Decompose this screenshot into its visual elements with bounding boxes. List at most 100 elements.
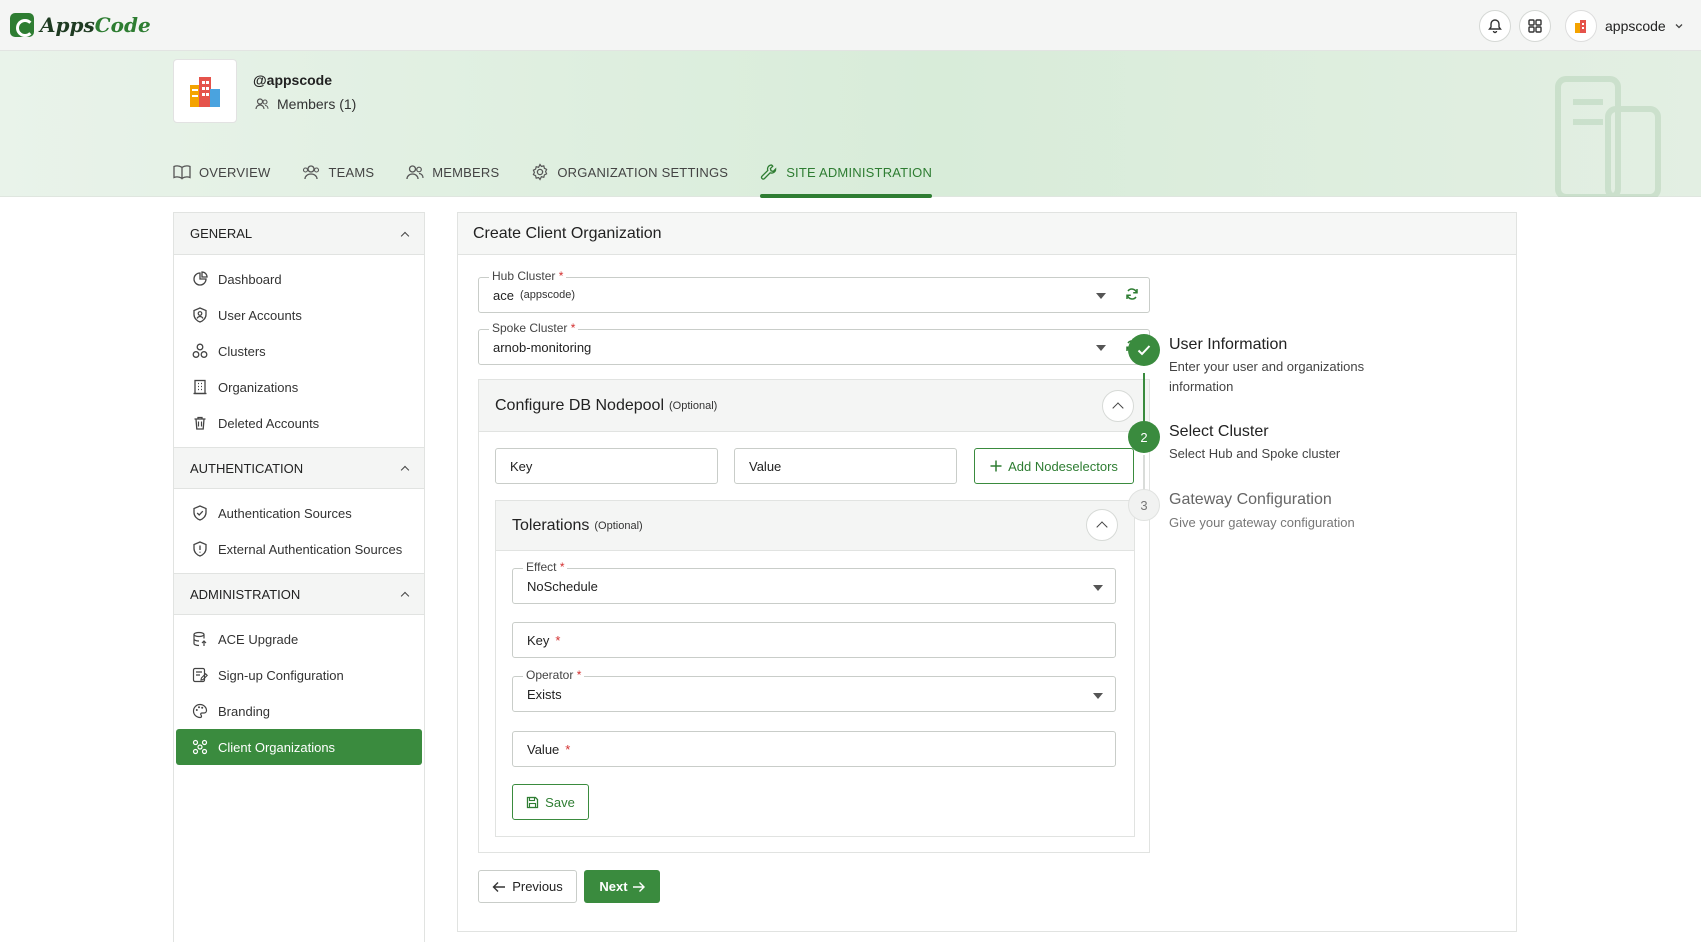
tolerations-header[interactable]: Tolerations (Optional) xyxy=(496,501,1134,551)
org-members-link[interactable]: Members (1) xyxy=(255,96,356,112)
chevron-up-icon xyxy=(400,231,410,240)
shield-alert-icon xyxy=(193,541,207,557)
appscode-logo[interactable]: AppsCode xyxy=(10,13,151,37)
effect-select[interactable]: Effect * NoSchedule xyxy=(512,560,1116,604)
sidebar-item-label: Organizations xyxy=(218,379,299,395)
sidebar-item-label: Authentication Sources xyxy=(218,505,352,521)
building-icon xyxy=(193,379,207,395)
avatar xyxy=(1565,10,1597,42)
save-toleration-button[interactable]: Save xyxy=(512,784,589,820)
db-nodepool-header[interactable]: Configure DB Nodepool (Optional) xyxy=(479,380,1149,432)
sidebar-section-general[interactable]: GENERAL xyxy=(174,213,424,255)
sidebar-item-label: Client Organizations xyxy=(218,739,336,755)
section-title: AUTHENTICATION xyxy=(190,460,304,476)
tab-members[interactable]: MEMBERS xyxy=(406,147,499,197)
sidebar-item-organizations[interactable]: Organizations xyxy=(176,369,422,405)
nodeselector-key-input[interactable]: Key xyxy=(495,448,718,484)
user-menu[interactable]: appscode xyxy=(1565,10,1684,42)
pie-chart-icon xyxy=(193,271,208,286)
tab-label: OVERVIEW xyxy=(199,164,271,180)
book-icon xyxy=(173,165,191,180)
sidebar-item-user-accounts[interactable]: User Accounts xyxy=(176,297,422,333)
nodeselector-value-input[interactable]: Value xyxy=(734,448,957,484)
apps-grid-button[interactable] xyxy=(1519,10,1551,42)
sidebar-item-dashboard[interactable]: Dashboard xyxy=(176,261,422,297)
general-items: Dashboard User Accounts Clusters Organiz… xyxy=(174,255,424,447)
bell-icon xyxy=(1488,19,1502,34)
top-bar: AppsCode appscode xyxy=(0,0,1701,51)
required-mark: * xyxy=(576,668,582,682)
create-client-org-card: Create Client Organization Hub Cluster *… xyxy=(457,212,1517,932)
hub-cluster-value: ace xyxy=(493,287,514,303)
org-handle: @appscode xyxy=(253,72,333,88)
step-desc: Give your gateway configuration xyxy=(1169,515,1355,530)
key-label: Key xyxy=(527,632,550,648)
spoke-cluster-select[interactable]: Spoke Cluster * arnob-monitoring xyxy=(478,321,1150,365)
nodepool-title: Configure DB Nodepool xyxy=(495,396,664,414)
sidebar-item-client-organizations[interactable]: Client Organizations xyxy=(176,729,422,765)
tolerations-optional: (Optional) xyxy=(594,519,643,532)
step-desc: Enter your user and organizations inform… xyxy=(1169,359,1365,394)
operator-select[interactable]: Operator * Exists xyxy=(512,668,1116,712)
org-logo xyxy=(173,59,237,123)
chevron-up-icon xyxy=(1096,521,1108,533)
next-button[interactable]: Next xyxy=(584,870,660,903)
hub-cluster-sub: (appscode) xyxy=(519,289,576,301)
value-placeholder: Value xyxy=(749,458,782,474)
tab-organization-settings[interactable]: ORGANIZATION SETTINGS xyxy=(531,147,728,197)
caret-down-icon xyxy=(1093,693,1103,699)
step-title: Select Cluster xyxy=(1169,423,1269,440)
sidebar-section-administration[interactable]: ADMINISTRATION xyxy=(174,573,424,615)
palette-icon xyxy=(192,703,208,719)
step-desc: Select Hub and Spoke cluster xyxy=(1169,446,1341,461)
sidebar-item-branding[interactable]: Branding xyxy=(176,693,422,729)
building-icon xyxy=(1575,20,1586,33)
tab-teams[interactable]: TEAMS xyxy=(302,147,374,197)
check-icon xyxy=(1137,345,1151,356)
logo-mark-icon xyxy=(10,13,34,37)
plus-icon xyxy=(990,460,1002,472)
tolerations-title: Tolerations xyxy=(512,516,590,534)
spoke-cluster-value: arnob-monitoring xyxy=(493,339,592,355)
admin-sidebar: GENERAL Dashboard User Accounts Clusters… xyxy=(173,212,425,942)
sidebar-item-label: External Authentication Sources xyxy=(218,541,403,557)
refresh-icon[interactable] xyxy=(1125,287,1139,301)
tab-label: SITE ADMINISTRATION xyxy=(786,164,933,180)
grid-icon xyxy=(1528,19,1542,33)
value-label: Value xyxy=(527,741,560,757)
required-mark: * xyxy=(555,632,561,648)
caret-down-icon xyxy=(1096,345,1106,351)
notifications-button[interactable] xyxy=(1479,10,1511,42)
sidebar-item-label: Clusters xyxy=(218,343,266,359)
hub-cluster-select[interactable]: Hub Cluster * ace (appscode) xyxy=(478,269,1150,313)
sidebar-item-label: Deleted Accounts xyxy=(218,415,320,431)
chevron-down-icon xyxy=(1675,24,1683,29)
previous-button[interactable]: Previous xyxy=(478,870,577,903)
sidebar-item-clusters[interactable]: Clusters xyxy=(176,333,422,369)
clusters-icon xyxy=(192,343,208,358)
collapse-tolerations-button[interactable] xyxy=(1086,509,1118,541)
toleration-key-input[interactable]: Key * xyxy=(512,622,1116,658)
arrow-right-icon xyxy=(632,881,645,892)
caret-down-icon xyxy=(1093,585,1103,591)
toleration-value-input[interactable]: Value * xyxy=(512,731,1116,767)
tab-site-administration[interactable]: SITE ADMINISTRATION xyxy=(760,147,933,198)
tab-label: TEAMS xyxy=(328,164,375,180)
step-title: User Information xyxy=(1169,336,1288,353)
caret-down-icon xyxy=(1096,293,1106,299)
sidebar-item-ace-upgrade[interactable]: ACE Upgrade xyxy=(176,621,422,657)
members-icon xyxy=(255,98,269,110)
collapse-nodepool-button[interactable] xyxy=(1102,390,1134,422)
previous-label: Previous xyxy=(512,879,563,894)
building-watermark-icon xyxy=(1555,76,1661,197)
sidebar-item-external-authentication-sources[interactable]: External Authentication Sources xyxy=(176,531,422,567)
sidebar-item-signup-configuration[interactable]: Sign-up Configuration xyxy=(176,657,422,693)
sidebar-section-authentication[interactable]: AUTHENTICATION xyxy=(174,447,424,489)
add-nodeselectors-button[interactable]: Add Nodeselectors xyxy=(974,448,1134,484)
add-nodeselectors-label: Add Nodeselectors xyxy=(1008,458,1118,474)
tab-label: ORGANIZATION SETTINGS xyxy=(557,164,729,180)
sidebar-item-deleted-accounts[interactable]: Deleted Accounts xyxy=(176,405,422,441)
required-mark: * xyxy=(565,741,571,757)
sidebar-item-authentication-sources[interactable]: Authentication Sources xyxy=(176,495,422,531)
tab-overview[interactable]: OVERVIEW xyxy=(173,147,270,197)
